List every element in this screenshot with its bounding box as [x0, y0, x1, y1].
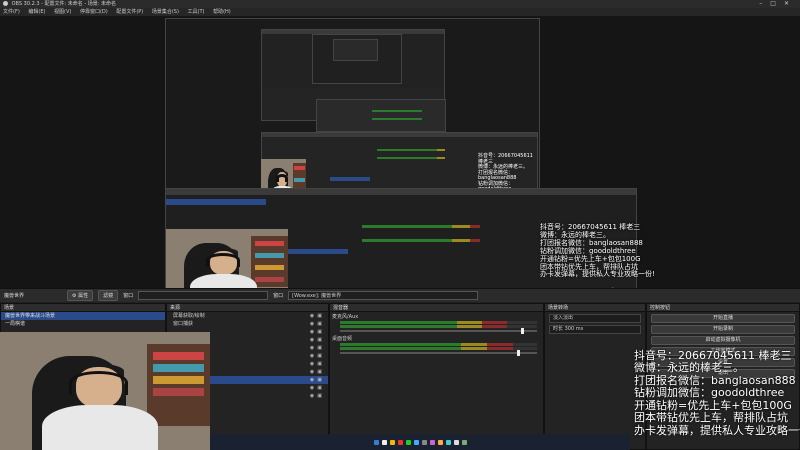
menu-scene-collection[interactable]: 场景集合(S) — [152, 9, 179, 15]
webcam-overlay — [0, 332, 210, 450]
title-bar: OBS 30.2.3 - 配置文件: 未命名 - 场景: 未命名 –□✕ — [0, 0, 800, 8]
start-icon[interactable] — [373, 439, 379, 445]
scenes-dock-title: 场景 — [1, 304, 165, 312]
volume-meter — [340, 347, 537, 350]
source-visibility-lock-icons[interactable]: ◉▣ — [310, 360, 325, 368]
source-visibility-lock-icons[interactable]: ◉▣ — [310, 392, 325, 400]
source-visibility-lock-icons[interactable]: ◉▣ — [310, 344, 325, 352]
menu-docks[interactable]: 停靠窗口(D) — [80, 9, 108, 15]
obs-logo-icon — [3, 1, 8, 6]
source-visibility-lock-icons[interactable]: ◉▣ — [310, 312, 325, 320]
nested-preview: 抖音号：20667045611 棒老三 微博：永远的棒老三。 打团报名微信：bang… — [165, 18, 540, 204]
menu-profile[interactable]: 配置文件(P) — [116, 9, 143, 15]
transitions-dock-title: 场景转场 — [545, 304, 645, 312]
scene-toolbar: 魔兽世界 ⚙ 属性 滤镜 窗口 窗口 [Wow.exe]: 魔兽世界 — [0, 288, 800, 302]
duration-value: 300 ms — [564, 326, 584, 332]
volume-meter — [340, 343, 537, 346]
app-icon[interactable] — [421, 439, 427, 445]
menu-edit[interactable]: 编辑(E) — [28, 9, 45, 15]
browser-icon[interactable] — [413, 439, 419, 445]
transitions-dock: 场景转场 淡入淡出 时长 300 ms — [544, 303, 646, 450]
source-visibility-lock-icons[interactable]: ◉▣ — [310, 328, 325, 336]
start-recording-button[interactable]: 开始录制 — [651, 325, 795, 334]
current-scene-label: 魔兽世界 — [4, 293, 25, 299]
controls-dock-title: 控制按钮 — [647, 304, 799, 312]
menu-tools[interactable]: 工具(T) — [188, 9, 205, 15]
window-label: 窗口 — [123, 293, 134, 299]
volume-slider[interactable] — [340, 350, 537, 356]
volume-meter — [340, 321, 537, 324]
window-capture-select[interactable]: [Wow.exe]: 魔兽世界 — [288, 291, 479, 300]
volume-meter — [340, 325, 537, 328]
menu-bar: 文件(F) 编辑(E) 视图(V) 停靠窗口(D) 配置文件(P) 场景集合(S… — [0, 8, 800, 16]
menu-file[interactable]: 文件(F) — [3, 9, 20, 15]
app-icon[interactable] — [405, 439, 411, 445]
search-icon[interactable] — [381, 439, 387, 445]
scene-item[interactable]: 一局棋谱 — [1, 320, 165, 328]
duration-label: 时长 — [553, 326, 564, 332]
app-icon[interactable] — [437, 439, 443, 445]
window-controls[interactable]: –□✕ — [759, 0, 797, 8]
source-visibility-lock-icons[interactable]: ◉▣ — [310, 352, 325, 360]
menu-help[interactable]: 帮助(H) — [213, 9, 231, 15]
sources-dock-title: 来源 — [167, 304, 328, 312]
overlay-line: 微博：永远的棒老三。 — [634, 361, 744, 375]
app-icon[interactable] — [429, 439, 435, 445]
window-title: OBS 30.2.3 - 配置文件: 未命名 - 场景: 未命名 — [11, 1, 117, 7]
app-icon[interactable] — [397, 439, 403, 445]
source-item[interactable]: 窗口捕获 ◉▣ — [167, 320, 328, 328]
filters-button[interactable]: 滤镜 — [98, 290, 119, 301]
scene-item[interactable]: 魔兽世界带来战斗场景 — [1, 312, 165, 320]
start-streaming-button[interactable]: 开始直播 — [651, 314, 795, 323]
folder-icon[interactable] — [389, 439, 395, 445]
volume-slider[interactable] — [340, 328, 537, 334]
source-item[interactable]: 屏幕获取/绘制 ◉▣ — [167, 312, 328, 320]
source-visibility-lock-icons[interactable]: ◉▣ — [310, 384, 325, 392]
source-visibility-lock-icons[interactable]: ◉▣ — [310, 368, 325, 376]
obs-app-icon[interactable] — [453, 439, 459, 445]
properties-button[interactable]: ⚙ 属性 — [67, 290, 94, 301]
mixer-dock: 混音器 麦克风/Aux 桌面音频 — [329, 303, 544, 450]
inner-overlay-text: 抖音号：20667045611 棒老三 微博：永远的棒老三。 打团报名微信：ba… — [540, 223, 655, 279]
source-label: 屏幕获取/绘制 — [173, 313, 205, 319]
overlay-line: 办卡发弹幕，提供私人专业攻略一份! — [634, 423, 800, 437]
window-select[interactable] — [138, 291, 269, 300]
source-label: 窗口捕获 — [173, 321, 194, 327]
obs-window: OBS 30.2.3 - 配置文件: 未命名 - 场景: 未命名 –□✕ 文件(… — [0, 0, 800, 450]
overlay-text: 抖音号：20667045611 棒老三 微博：永远的棒老三。 打团报名微信：ba… — [634, 349, 800, 437]
mixer-channel-label: 麦克风/Aux — [332, 314, 359, 320]
windows-taskbar — [210, 434, 630, 450]
app-icon[interactable] — [461, 439, 467, 445]
preview-canvas[interactable]: 抖音号：20667045611 棒老三 微博：永远的棒老三。 打团报名微信：bang… — [0, 16, 800, 301]
transition-duration[interactable]: 时长 300 ms — [549, 325, 641, 334]
nested-preview-3 — [316, 99, 446, 132]
mixer-channel-label: 桌面音频 — [332, 336, 353, 342]
overlay-line: 团本带钻优先上车，帮排队占坑 — [634, 411, 788, 425]
overlay-line: 钻粉调加微信：goodoldthree — [634, 386, 785, 400]
source-visibility-lock-icons[interactable]: ◉▣ — [310, 336, 325, 344]
mixer-dock-title: 混音器 — [330, 304, 543, 312]
mixer-channel-mic: 麦克风/Aux — [332, 314, 541, 334]
transition-select[interactable]: 淡入淡出 — [549, 314, 641, 323]
app-icon[interactable] — [445, 439, 451, 445]
mixer-channel-desktop: 桌面音频 — [332, 336, 541, 356]
virtual-camera-button[interactable]: 启动虚拟摄像机 — [651, 336, 795, 345]
source-visibility-lock-icons[interactable]: ◉▣ — [310, 320, 325, 328]
menu-view[interactable]: 视图(V) — [54, 9, 71, 15]
window-capture-label: 窗口 — [273, 293, 284, 299]
source-visibility-lock-icons[interactable]: ◉▣ — [310, 376, 325, 384]
